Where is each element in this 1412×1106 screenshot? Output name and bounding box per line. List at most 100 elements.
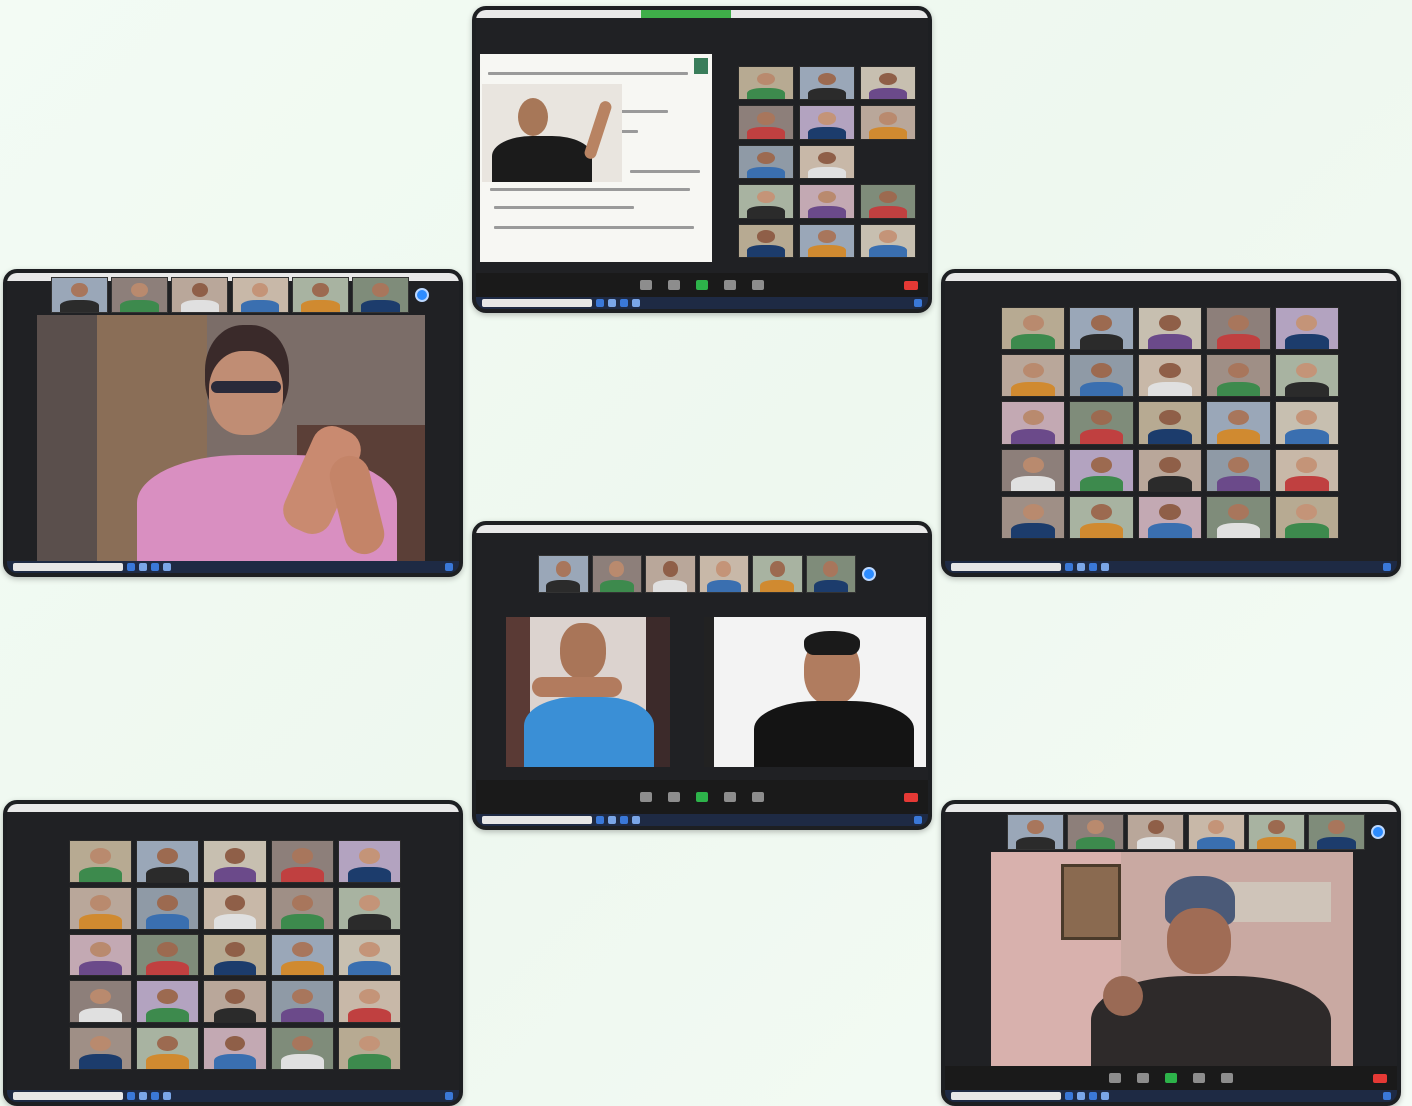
participant-video-tile[interactable] [799, 223, 855, 258]
participant-thumbnail[interactable] [351, 277, 409, 313]
app-icon[interactable] [163, 563, 171, 571]
participant-video-tile[interactable] [203, 840, 267, 883]
participant-video-tile[interactable] [1001, 495, 1066, 539]
participants-icon[interactable] [724, 792, 736, 802]
participant-thumbnail[interactable] [805, 555, 856, 593]
app-icon[interactable] [127, 563, 135, 571]
app-icon[interactable] [608, 299, 616, 307]
zoom-tray-icon[interactable] [1383, 563, 1391, 571]
app-icon[interactable] [139, 1092, 147, 1100]
participant-video-tile[interactable] [738, 66, 794, 101]
app-icon[interactable] [596, 299, 604, 307]
participant-video-tile[interactable] [799, 105, 855, 140]
participant-video-tile[interactable] [337, 840, 401, 883]
participant-video-tile[interactable] [1001, 448, 1066, 492]
microphone-icon[interactable] [640, 280, 652, 290]
share-screen-icon[interactable] [696, 280, 708, 290]
participant-video-tile[interactable] [1206, 495, 1271, 539]
participant-video-tile[interactable] [337, 1027, 401, 1070]
participant-video-tile[interactable] [1069, 354, 1134, 398]
participant-thumbnail[interactable] [231, 277, 289, 313]
participant-thumbnail[interactable] [698, 555, 749, 593]
participant-video-tile[interactable] [1206, 307, 1271, 351]
participant-thumbnail[interactable] [752, 555, 803, 593]
participant-thumbnail[interactable] [1127, 814, 1185, 850]
app-icon[interactable] [632, 816, 640, 824]
app-icon[interactable] [596, 816, 604, 824]
participant-video-tile[interactable] [1206, 401, 1271, 445]
app-icon[interactable] [1065, 1092, 1073, 1100]
app-icon[interactable] [1101, 1092, 1109, 1100]
participant-video-tile[interactable] [738, 144, 794, 180]
share-screen-icon[interactable] [696, 792, 708, 802]
zoom-tray-icon[interactable] [914, 299, 922, 307]
participant-video-tile[interactable] [1206, 354, 1271, 398]
more-participants-icon[interactable] [1371, 825, 1385, 839]
app-icon[interactable] [620, 299, 628, 307]
end-meeting-icon[interactable] [1373, 1073, 1387, 1083]
participant-thumbnail[interactable] [1307, 814, 1365, 850]
participant-video-tile[interactable] [860, 223, 916, 258]
camera-icon[interactable] [1137, 1073, 1149, 1083]
participant-video-tile[interactable] [203, 980, 267, 1024]
participant-thumbnail[interactable] [171, 277, 229, 313]
participant-video-tile[interactable] [799, 184, 855, 219]
app-icon[interactable] [151, 1092, 159, 1100]
zoom-tray-icon[interactable] [445, 563, 453, 571]
zoom-tray-icon[interactable] [914, 816, 922, 824]
taskbar-search[interactable] [482, 816, 592, 824]
app-icon[interactable] [1077, 1092, 1085, 1100]
app-icon[interactable] [127, 1092, 135, 1100]
app-icon[interactable] [1089, 563, 1097, 571]
chat-icon[interactable] [752, 792, 764, 802]
app-icon[interactable] [1089, 1092, 1097, 1100]
participant-thumbnail[interactable] [1007, 814, 1065, 850]
taskbar-search[interactable] [951, 1092, 1061, 1100]
participant-video-tile[interactable] [1274, 354, 1339, 398]
participant-video-tile[interactable] [69, 980, 133, 1024]
participant-video-tile[interactable] [337, 886, 401, 930]
microphone-icon[interactable] [640, 792, 652, 802]
participant-video-tile[interactable] [69, 840, 133, 883]
participant-video-tile[interactable] [799, 66, 855, 101]
more-participants-icon[interactable] [862, 567, 876, 581]
participant-video-tile[interactable] [136, 886, 200, 930]
participant-video-tile[interactable] [136, 840, 200, 883]
participant-video-tile[interactable] [203, 1027, 267, 1070]
participant-video-tile[interactable] [270, 1027, 334, 1070]
participant-video-tile[interactable] [1069, 448, 1134, 492]
app-icon[interactable] [608, 816, 616, 824]
participant-video-tile[interactable] [1069, 495, 1134, 539]
participant-thumbnail[interactable] [591, 555, 642, 593]
zoom-tray-icon[interactable] [445, 1092, 453, 1100]
zoom-tray-icon[interactable] [1383, 1092, 1391, 1100]
participant-video-tile[interactable] [799, 144, 855, 180]
participant-thumbnail[interactable] [51, 277, 109, 313]
participant-video-tile[interactable] [738, 184, 794, 219]
participant-video-tile[interactable] [1274, 448, 1339, 492]
app-icon[interactable] [1077, 563, 1085, 571]
participant-video-tile[interactable] [1137, 401, 1203, 445]
app-icon[interactable] [151, 563, 159, 571]
end-meeting-icon[interactable] [904, 792, 918, 802]
participant-video-tile[interactable] [1069, 307, 1134, 351]
microphone-icon[interactable] [1109, 1073, 1121, 1083]
participant-video-tile[interactable] [860, 105, 916, 140]
participant-video-tile[interactable] [136, 980, 200, 1024]
participant-video-tile[interactable] [1137, 307, 1203, 351]
participant-video-tile[interactable] [203, 886, 267, 930]
participants-icon[interactable] [724, 280, 736, 290]
participant-video-tile[interactable] [1274, 495, 1339, 539]
share-screen-icon[interactable] [1165, 1073, 1177, 1083]
participant-video-tile[interactable] [69, 886, 133, 930]
participant-video-tile[interactable] [860, 66, 916, 101]
participant-thumbnail[interactable] [538, 555, 589, 593]
participant-video-tile[interactable] [860, 184, 916, 219]
taskbar-search[interactable] [482, 299, 592, 307]
app-icon[interactable] [163, 1092, 171, 1100]
app-icon[interactable] [620, 816, 628, 824]
participant-video-tile[interactable] [337, 933, 401, 977]
participant-video-tile[interactable] [738, 223, 794, 258]
participant-video-tile[interactable] [69, 1027, 133, 1070]
participant-video-tile[interactable] [738, 105, 794, 140]
